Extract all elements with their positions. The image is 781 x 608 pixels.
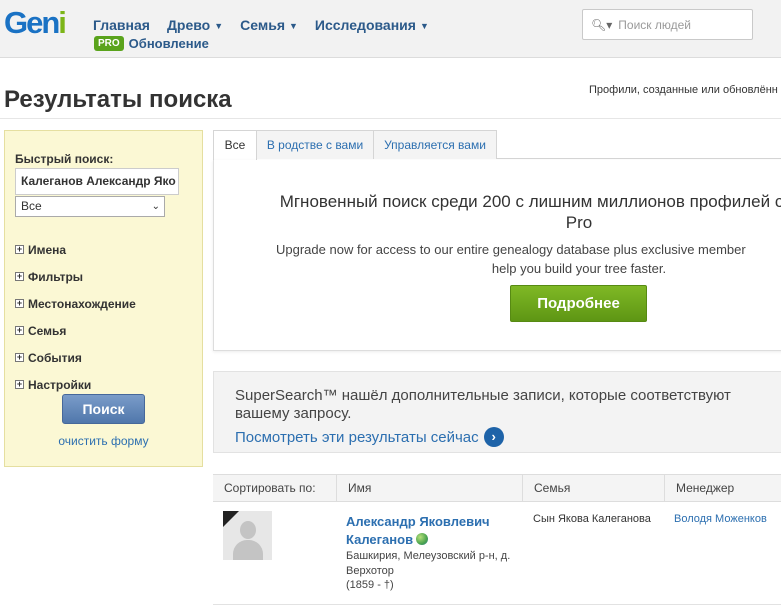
scope-select[interactable]: Все ⌄ [15, 196, 165, 217]
tab-all[interactable]: Все [213, 130, 257, 160]
avatar[interactable] [223, 511, 272, 560]
nav-home-label: Главная [93, 17, 150, 33]
caret-down-icon: ▼ [419, 21, 429, 31]
main-nav: Главная Древо ▼ Семья ▼ Исследования ▼ [93, 17, 429, 33]
upsell-title-2: Pro [565, 213, 593, 232]
nav-tree[interactable]: Древо ▼ [167, 17, 223, 33]
nav-research-label: Исследования [314, 17, 416, 33]
silhouette-body [233, 540, 263, 560]
filter-label: Фильтры [28, 269, 84, 284]
expand-plus-icon: + [15, 352, 24, 362]
search-sidebar: Быстрый поиск: Калеганов Александр Яко В… [4, 130, 203, 467]
filter-label: Семья [28, 323, 67, 338]
filter-label: Имена [28, 242, 67, 257]
nav-home[interactable]: Главная [93, 17, 150, 33]
sort-by-label: Сортировать по: [224, 481, 316, 495]
upsell-title: Мгновенный поиск среди 200 с лишним милл… [279, 192, 781, 211]
nav-research[interactable]: Исследования ▼ [315, 17, 429, 33]
result-place: Башкирия, Мелеузовский р-н, д. Верхотор [346, 550, 511, 577]
upsell-subtitle-2: help you build your tree faster. [491, 261, 667, 276]
people-search[interactable]: 🔍︎▾ [582, 9, 753, 40]
expand-plus-icon: + [15, 244, 24, 254]
logo-text: Gen [4, 5, 60, 40]
expand-plus-icon: + [15, 271, 24, 281]
nav-tree-label: Древо [166, 17, 211, 33]
tab-related[interactable]: В родстве с вами [256, 130, 374, 159]
column-family[interactable]: Семья [522, 475, 665, 502]
tab-managed[interactable]: Управляется вами [373, 130, 497, 159]
expand-plus-icon: + [15, 379, 24, 389]
chevron-down-icon: ⌄ [151, 201, 160, 212]
filter-label: События [28, 350, 82, 365]
nav-family[interactable]: Семья ▼ [240, 17, 298, 33]
result-family: Сын Якова Калеганова [533, 513, 651, 525]
column-name[interactable]: Имя [336, 475, 522, 502]
clear-form-link[interactable]: очистить форму [5, 434, 202, 448]
upsell-subtitle: Upgrade now for access to our entire gen… [276, 242, 746, 257]
quick-search-label: Быстрый поиск: [15, 152, 114, 166]
upgrade-link[interactable]: Обновление [129, 36, 209, 51]
scope-select-value: Все [21, 199, 42, 213]
filter-names[interactable]: + Имена [15, 236, 136, 263]
search-icon: 🔍︎▾ [591, 17, 613, 32]
page-title: Результаты поиска [4, 86, 232, 113]
results-tabs: Все В родстве с вами Управляется вами [213, 130, 781, 160]
filter-label: Местонахождение [28, 296, 136, 311]
logo-accent: i [58, 5, 67, 40]
caret-down-icon: ▼ [214, 21, 224, 31]
pro-badge: PRO [94, 36, 124, 51]
geni-logo[interactable]: Geni [4, 5, 67, 40]
results-header: Сортировать по: Имя Семья Менеджер [213, 474, 781, 502]
top-header: Geni Главная Древо ▼ Семья ▼ Исследования ▼… [0, 0, 781, 58]
expand-plus-icon: + [15, 325, 24, 335]
nav-family-label: Семья [240, 17, 285, 33]
learn-more-button[interactable]: Подробнее [510, 285, 647, 322]
filter-filters[interactable]: + Фильтры [15, 263, 136, 290]
table-row: Александр Яковлевич Калеганов Башкирия, … [213, 502, 781, 605]
quick-search-input[interactable]: Калеганов Александр Яко [15, 168, 179, 195]
divider [0, 118, 781, 119]
filter-location[interactable]: + Местонахождение [15, 290, 136, 317]
filter-label: Настройки [28, 377, 92, 392]
mourning-ribbon-icon [223, 511, 239, 527]
expand-plus-icon: + [15, 298, 24, 308]
recent-profiles-note: Профили, созданные или обновлённ [589, 84, 778, 96]
supersearch-link-label: Посмотреть эти результаты сейчас [235, 428, 479, 446]
column-manager[interactable]: Менеджер [664, 475, 781, 502]
filter-events[interactable]: + События [15, 344, 136, 371]
result-dates: (1859 - †) [346, 579, 394, 591]
supersearch-panel: SuperSearch™ нашёл дополнительные записи… [213, 371, 781, 453]
pro-upgrade[interactable]: PRO Обновление [94, 36, 209, 51]
caret-down-icon: ▼ [289, 21, 298, 31]
search-button[interactable]: Поиск [62, 394, 145, 424]
supersearch-text: SuperSearch™ нашёл дополнительные записи… [235, 387, 731, 422]
people-search-input[interactable] [618, 17, 749, 32]
result-name-link[interactable]: Александр Яковлевич Калеганов [346, 513, 516, 549]
globe-icon [416, 533, 429, 545]
silhouette-head [240, 521, 256, 539]
filter-family[interactable]: + Семья [15, 317, 136, 344]
supersearch-link[interactable]: Посмотреть эти результаты сейчас › [235, 427, 504, 447]
filter-list: + Имена + Фильтры + Местонахождение + Семья … [15, 236, 136, 398]
pro-upsell-panel: Мгновенный поиск среди 200 с лишним милл… [213, 160, 781, 351]
result-manager-link[interactable]: Володя Моженков [674, 513, 767, 525]
arrow-right-icon: › [483, 427, 504, 447]
